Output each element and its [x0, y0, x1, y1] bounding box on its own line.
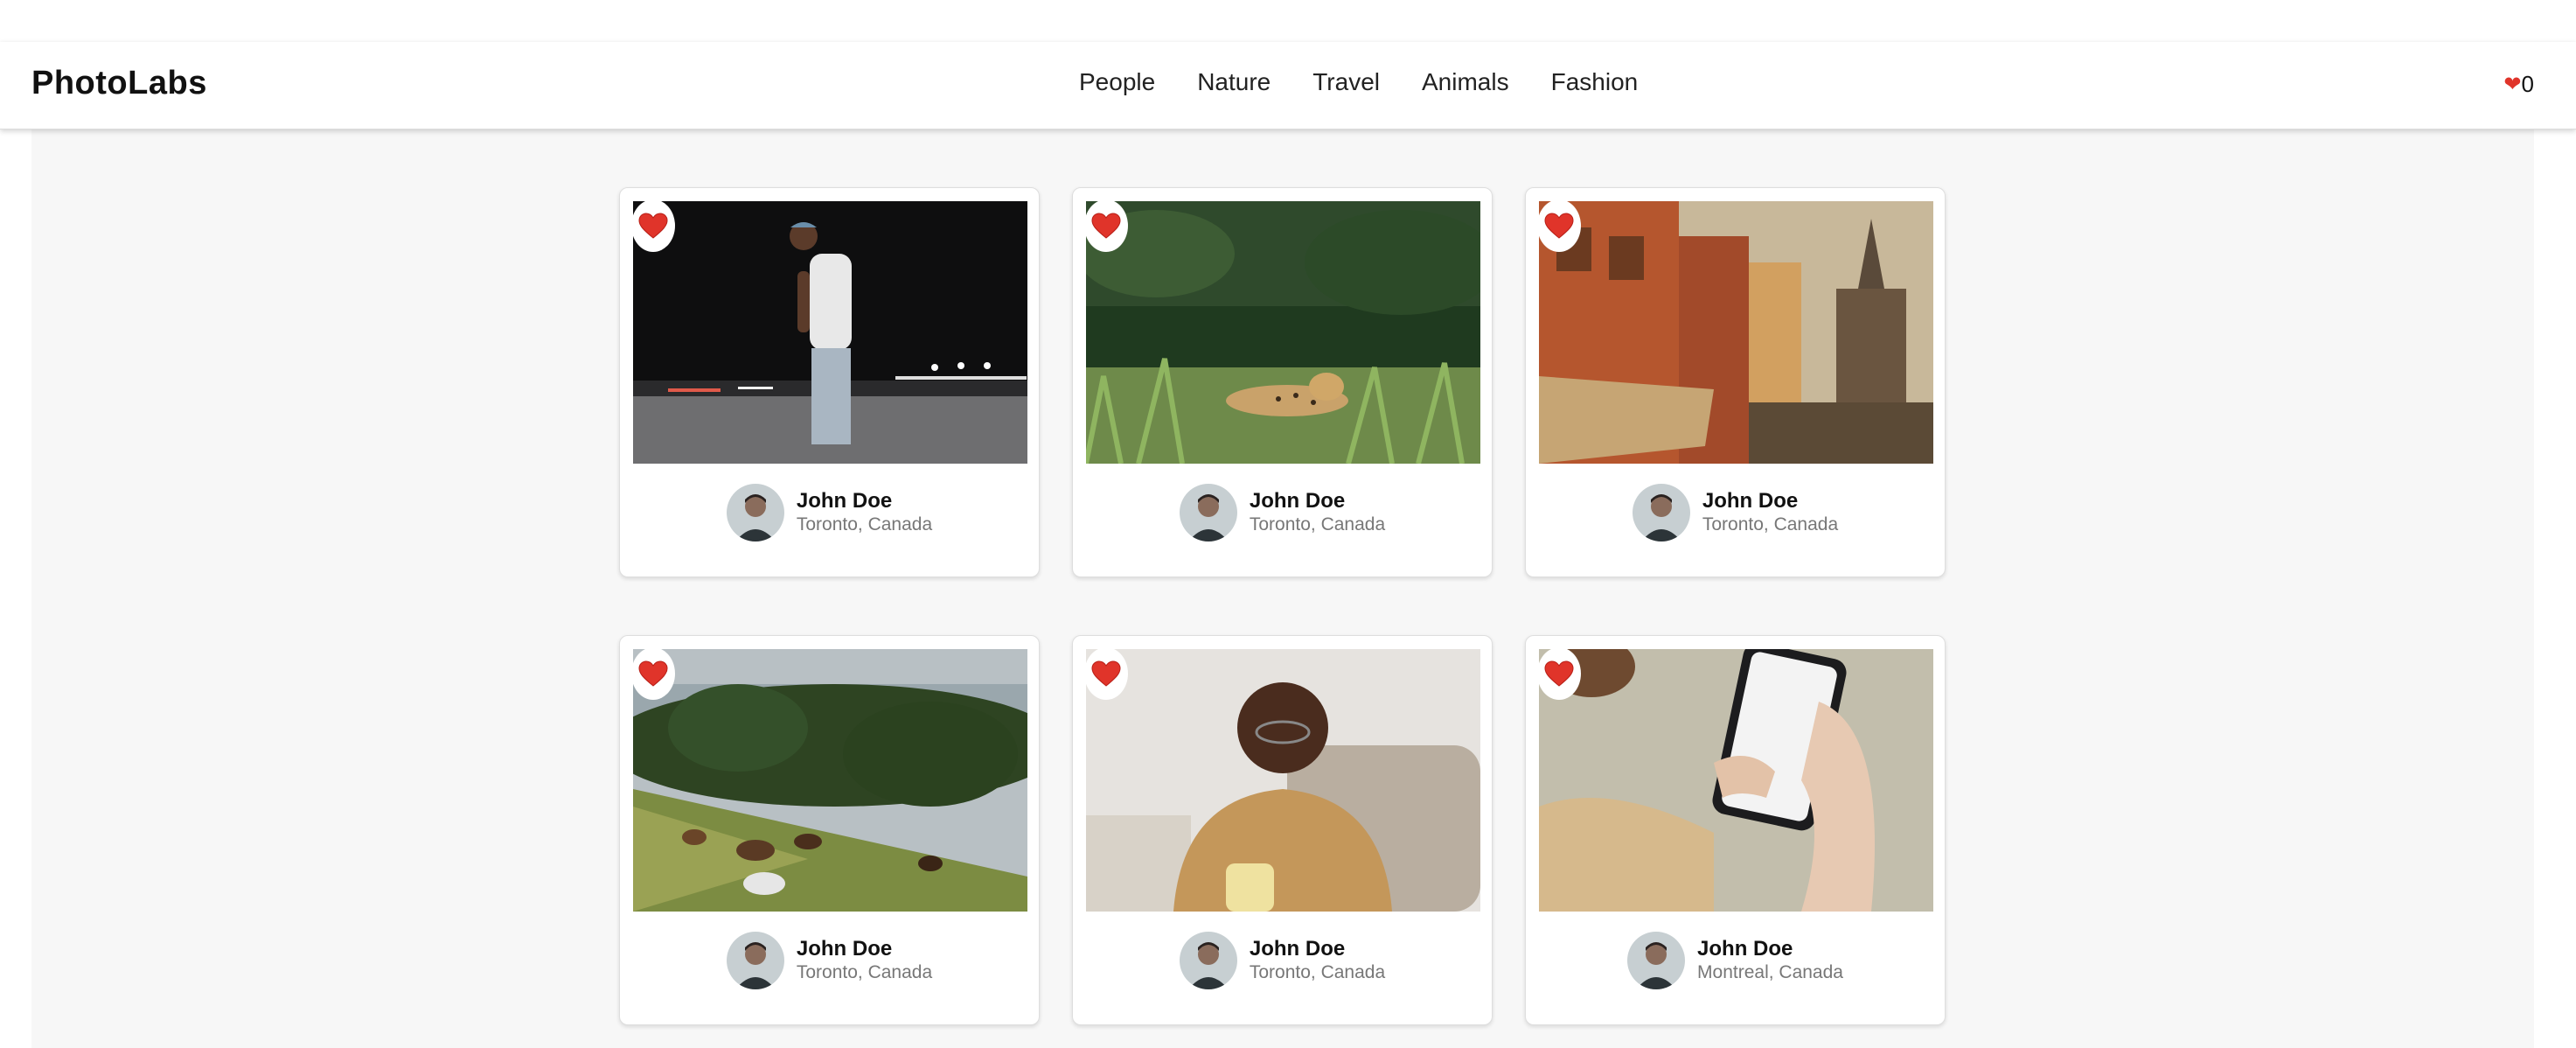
avatar — [1632, 484, 1690, 541]
photo-card: John Doe Montreal, Canada — [1525, 635, 1946, 1025]
author-location: Toronto, Canada — [1249, 962, 1386, 982]
app-logo[interactable]: PhotoLabs — [31, 65, 207, 102]
photo-card: John Doe Toronto, Canada — [1072, 187, 1493, 577]
heart-icon — [638, 213, 668, 239]
topic-nature[interactable]: Nature — [1197, 68, 1271, 96]
topic-list: People Nature Travel Animals Fashion — [1079, 68, 1638, 96]
author-location: Toronto, Canada — [796, 962, 933, 982]
favorites-count: 0 — [2521, 71, 2534, 97]
heart-icon — [1544, 660, 1574, 687]
avatar — [1179, 484, 1237, 541]
author-location: Toronto, Canada — [1702, 514, 1839, 534]
favorites-badge[interactable]: ❤ 0 — [2503, 71, 2534, 98]
avatar — [726, 484, 784, 541]
heart-icon — [1091, 660, 1121, 687]
author-location: Toronto, Canada — [1249, 514, 1386, 534]
favorite-button[interactable] — [631, 647, 675, 700]
heart-icon — [1091, 213, 1121, 239]
photo-image[interactable] — [633, 649, 1027, 912]
photo-card: John Doe Toronto, Canada — [619, 635, 1040, 1025]
photo-image[interactable] — [1086, 649, 1480, 912]
topic-animals[interactable]: Animals — [1422, 68, 1509, 96]
topic-people[interactable]: People — [1079, 68, 1155, 96]
photo-image[interactable] — [1086, 201, 1480, 464]
favorite-button[interactable] — [1084, 199, 1128, 252]
favorite-button[interactable] — [631, 199, 675, 252]
photo-card: John Doe Toronto, Canada — [1072, 635, 1493, 1025]
photo-list-area: John Doe Toronto, Canada John Doe Toront… — [31, 129, 2534, 1048]
topic-fashion[interactable]: Fashion — [1551, 68, 1639, 96]
author-location: Montreal, Canada — [1697, 962, 1843, 982]
avatar — [1627, 932, 1686, 989]
heart-icon — [1544, 213, 1574, 239]
favorite-button[interactable] — [1084, 647, 1128, 700]
author-name: John Doe — [1702, 489, 1799, 513]
author-location: Toronto, Canada — [796, 514, 933, 534]
photo-author: John Doe Montreal, Canada — [1526, 932, 1945, 989]
photo-grid: John Doe Toronto, Canada John Doe Toront… — [619, 187, 1946, 1025]
avatar — [726, 932, 784, 989]
heart-icon: ❤ — [2503, 73, 2522, 96]
photo-author: John Doe Toronto, Canada — [1073, 932, 1492, 989]
photo-image[interactable] — [1539, 201, 1933, 464]
heart-icon — [638, 660, 668, 687]
photo-author: John Doe Toronto, Canada — [1526, 484, 1945, 541]
author-name: John Doe — [1249, 489, 1346, 513]
photo-card: John Doe Toronto, Canada — [619, 187, 1040, 577]
author-name: John Doe — [1249, 937, 1346, 961]
photo-image[interactable] — [633, 201, 1027, 464]
favorite-button[interactable] — [1537, 647, 1581, 700]
top-navigation-bar: PhotoLabs People Nature Travel Animals F… — [0, 42, 2576, 129]
author-name: John Doe — [796, 937, 893, 961]
topic-travel[interactable]: Travel — [1312, 68, 1380, 96]
author-name: John Doe — [1697, 937, 1793, 961]
photo-card: John Doe Toronto, Canada — [1525, 187, 1946, 577]
avatar — [1179, 932, 1237, 989]
photo-author: John Doe Toronto, Canada — [620, 484, 1039, 541]
photo-image[interactable] — [1539, 649, 1933, 912]
top-spacer — [0, 0, 2576, 42]
photo-author: John Doe Toronto, Canada — [1073, 484, 1492, 541]
author-name: John Doe — [796, 489, 893, 513]
photo-author: John Doe Toronto, Canada — [620, 932, 1039, 989]
favorite-button[interactable] — [1537, 199, 1581, 252]
